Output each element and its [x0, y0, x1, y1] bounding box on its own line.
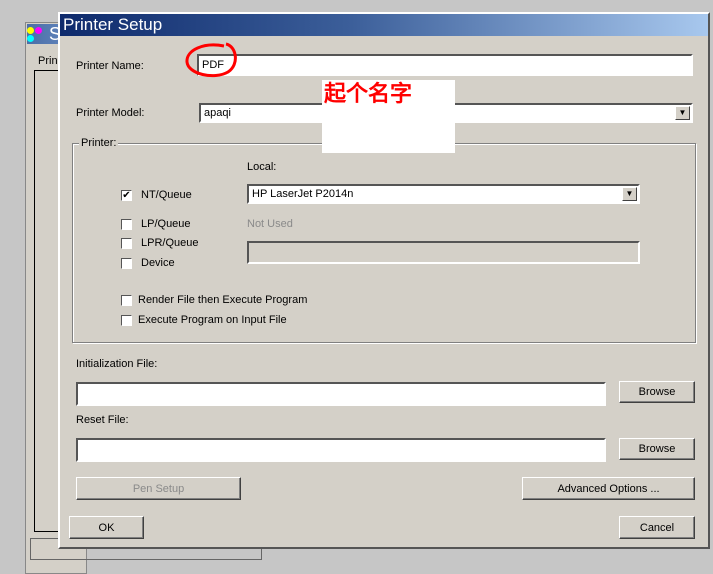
- local-printer-select[interactable]: HP LaserJet P2014n ▼: [247, 184, 640, 204]
- printer-model-label: Printer Model:: [76, 107, 145, 119]
- cancel-button[interactable]: Cancel: [619, 516, 695, 539]
- not-used-label: Not Used: [247, 218, 293, 230]
- lp-queue-label: LP/Queue: [141, 218, 191, 230]
- local-label: Local:: [247, 161, 277, 173]
- dialog-title: Printer Setup: [60, 14, 708, 36]
- reset-browse-button[interactable]: Browse: [619, 438, 695, 460]
- red-circle-annotation: [185, 42, 237, 78]
- reset-file-label: Reset File:: [76, 414, 129, 426]
- printer-group-legend: Printer:: [79, 137, 119, 149]
- nt-queue-checkbox[interactable]: ✔: [121, 190, 132, 201]
- init-file-label: Initialization File:: [76, 358, 158, 370]
- nt-queue-label: NT/Queue: [141, 189, 192, 201]
- pen-setup-button: Pen Setup: [76, 477, 241, 500]
- execute-program-label: Execute Program on Input File: [138, 314, 287, 326]
- advanced-options-button[interactable]: Advanced Options ...: [522, 477, 695, 500]
- lp-queue-checkbox[interactable]: [121, 219, 132, 230]
- ok-button[interactable]: OK: [69, 516, 144, 539]
- chevron-down-icon[interactable]: ▼: [675, 106, 690, 120]
- execute-program-checkbox[interactable]: [121, 315, 132, 326]
- app-icon: [27, 27, 43, 43]
- device-checkbox[interactable]: [121, 258, 132, 269]
- printer-name-label: Printer Name:: [76, 60, 144, 72]
- init-file-input[interactable]: [76, 382, 606, 406]
- annotation-text: 起个名字: [324, 82, 413, 107]
- background-tab[interactable]: Prin: [38, 55, 58, 67]
- annotation-box: 起个名字: [322, 80, 455, 153]
- not-used-input: [247, 241, 640, 264]
- chevron-down-icon[interactable]: ▼: [622, 187, 637, 201]
- lpr-queue-label: LPR/Queue: [141, 237, 199, 249]
- render-file-checkbox[interactable]: [121, 295, 132, 306]
- render-file-label: Render File then Execute Program: [138, 294, 308, 306]
- lpr-queue-checkbox[interactable]: [121, 238, 132, 249]
- printer-name-input[interactable]: PDF: [197, 54, 693, 76]
- reset-file-input[interactable]: [76, 438, 606, 462]
- init-browse-button[interactable]: Browse: [619, 381, 695, 403]
- device-label: Device: [141, 257, 175, 269]
